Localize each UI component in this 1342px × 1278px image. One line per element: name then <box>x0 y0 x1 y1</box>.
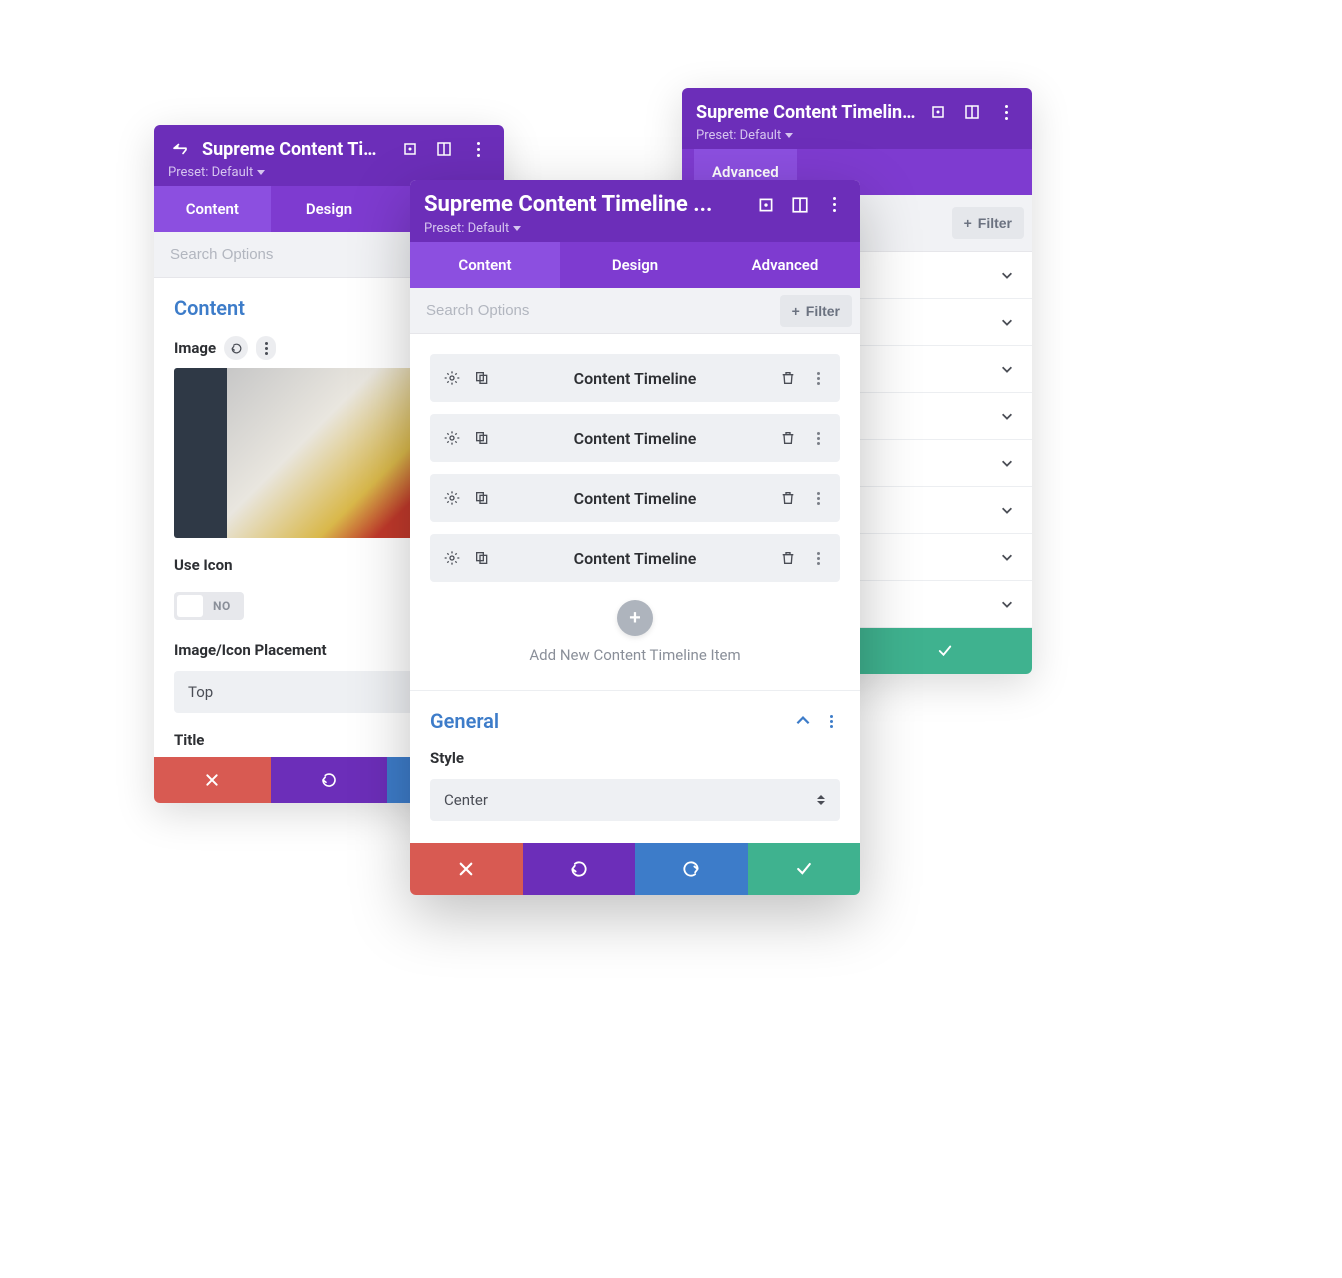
filter-label: Filter <box>806 303 840 319</box>
panel-layout-icon[interactable] <box>960 100 984 124</box>
gear-icon[interactable] <box>442 368 462 388</box>
duplicate-icon[interactable] <box>472 428 492 448</box>
more-icon[interactable] <box>466 137 490 161</box>
image-thumbnail <box>227 368 432 538</box>
filter-button[interactable]: + Filter <box>780 295 852 327</box>
chevron-down-icon <box>1000 362 1014 376</box>
placement-value: Top <box>188 683 213 701</box>
plus-icon: + <box>792 303 800 319</box>
panel-header: Supreme Content Timeline ... Preset: Def… <box>410 180 860 242</box>
panel-title: Supreme Content Timeline ... <box>696 102 916 123</box>
chevron-up-icon <box>794 712 812 730</box>
filter-label: Filter <box>978 215 1012 231</box>
undo-button[interactable] <box>271 757 388 803</box>
expand-icon[interactable] <box>398 137 422 161</box>
panel-title: Supreme Content Tim... <box>202 139 388 160</box>
style-select[interactable]: Center <box>430 779 840 821</box>
gear-icon[interactable] <box>442 548 462 568</box>
close-button[interactable] <box>154 757 271 803</box>
chevron-down-icon <box>1000 409 1014 423</box>
field-label-image: Image <box>174 339 216 357</box>
plus-icon: + <box>964 215 972 231</box>
expand-icon[interactable] <box>926 100 950 124</box>
item-more-icon[interactable] <box>808 428 828 448</box>
chevron-down-icon <box>1000 268 1014 282</box>
chevron-down-icon <box>1000 597 1014 611</box>
timeline-item-list: Content Timeline Content Timeline Conten… <box>410 334 860 586</box>
panel-layout-icon[interactable] <box>788 193 812 217</box>
more-icon[interactable] <box>994 100 1018 124</box>
panel-title: Supreme Content Timeline ... <box>424 192 744 217</box>
gear-icon[interactable] <box>442 488 462 508</box>
field-more-icon[interactable] <box>256 336 276 360</box>
more-icon[interactable] <box>822 193 846 217</box>
duplicate-icon[interactable] <box>472 488 492 508</box>
timeline-item-label: Content Timeline <box>502 369 768 388</box>
timeline-item-label: Content Timeline <box>502 429 768 448</box>
tab-design[interactable]: Design <box>271 186 388 232</box>
gear-icon[interactable] <box>442 428 462 448</box>
add-item-label: Add New Content Timeline Item <box>410 646 860 664</box>
tabs: Content Design Advanced <box>410 242 860 288</box>
undo-button[interactable] <box>523 843 636 895</box>
duplicate-icon[interactable] <box>472 368 492 388</box>
chevron-down-icon <box>1000 315 1014 329</box>
style-value: Center <box>444 791 488 809</box>
add-item-button[interactable]: + <box>617 600 653 636</box>
panel-body: Content Timeline Content Timeline Conten… <box>410 334 860 843</box>
section-more-icon[interactable] <box>822 715 840 728</box>
close-button[interactable] <box>410 843 523 895</box>
preset-dropdown[interactable]: Preset: Default <box>424 221 521 236</box>
trash-icon[interactable] <box>778 488 798 508</box>
toggle-knob <box>177 595 203 617</box>
field-label-title: Title <box>174 731 204 749</box>
expand-icon[interactable] <box>754 193 778 217</box>
trash-icon[interactable] <box>778 548 798 568</box>
timeline-item[interactable]: Content Timeline <box>430 414 840 462</box>
item-more-icon[interactable] <box>808 548 828 568</box>
search-input[interactable] <box>410 288 772 333</box>
toggle-value: NO <box>203 599 241 613</box>
section-title-general: General <box>430 709 784 733</box>
confirm-button[interactable] <box>748 843 861 895</box>
panel-header: Supreme Content Timeline ... Preset: Def… <box>682 88 1032 149</box>
panel-layout-icon[interactable] <box>432 137 456 161</box>
settings-panel-front: Supreme Content Timeline ... Preset: Def… <box>410 180 860 895</box>
timeline-item[interactable]: Content Timeline <box>430 354 840 402</box>
item-more-icon[interactable] <box>808 368 828 388</box>
select-caret-icon <box>816 795 826 805</box>
search-row: + Filter <box>410 288 860 334</box>
use-icon-toggle[interactable]: NO <box>174 592 244 620</box>
back-arrow-icon[interactable] <box>168 137 192 161</box>
preset-dropdown[interactable]: Preset: Default <box>168 165 265 180</box>
field-label-style: Style <box>430 749 464 767</box>
filter-button[interactable]: + Filter <box>952 207 1024 239</box>
reset-icon[interactable] <box>224 336 248 360</box>
chevron-down-icon <box>1000 456 1014 470</box>
duplicate-icon[interactable] <box>472 548 492 568</box>
timeline-item[interactable]: Content Timeline <box>430 534 840 582</box>
timeline-item[interactable]: Content Timeline <box>430 474 840 522</box>
field-label-placement: Image/Icon Placement <box>174 641 327 659</box>
timeline-item-label: Content Timeline <box>502 489 768 508</box>
tab-design[interactable]: Design <box>560 242 710 288</box>
field-label-use-icon: Use Icon <box>174 556 233 574</box>
item-more-icon[interactable] <box>808 488 828 508</box>
chevron-down-icon <box>1000 503 1014 517</box>
trash-icon[interactable] <box>778 368 798 388</box>
redo-button[interactable] <box>635 843 748 895</box>
panel-footer <box>410 843 860 895</box>
add-item-row: + Add New Content Timeline Item <box>410 586 860 691</box>
tab-content[interactable]: Content <box>154 186 271 232</box>
confirm-button[interactable] <box>857 628 1032 674</box>
tab-advanced[interactable]: Advanced <box>710 242 860 288</box>
panel-header: Supreme Content Tim... Preset: Default <box>154 125 504 186</box>
timeline-item-label: Content Timeline <box>502 549 768 568</box>
general-section-header[interactable]: General <box>410 691 860 743</box>
trash-icon[interactable] <box>778 428 798 448</box>
tab-content[interactable]: Content <box>410 242 560 288</box>
preset-dropdown[interactable]: Preset: Default <box>696 128 793 143</box>
chevron-down-icon <box>1000 550 1014 564</box>
